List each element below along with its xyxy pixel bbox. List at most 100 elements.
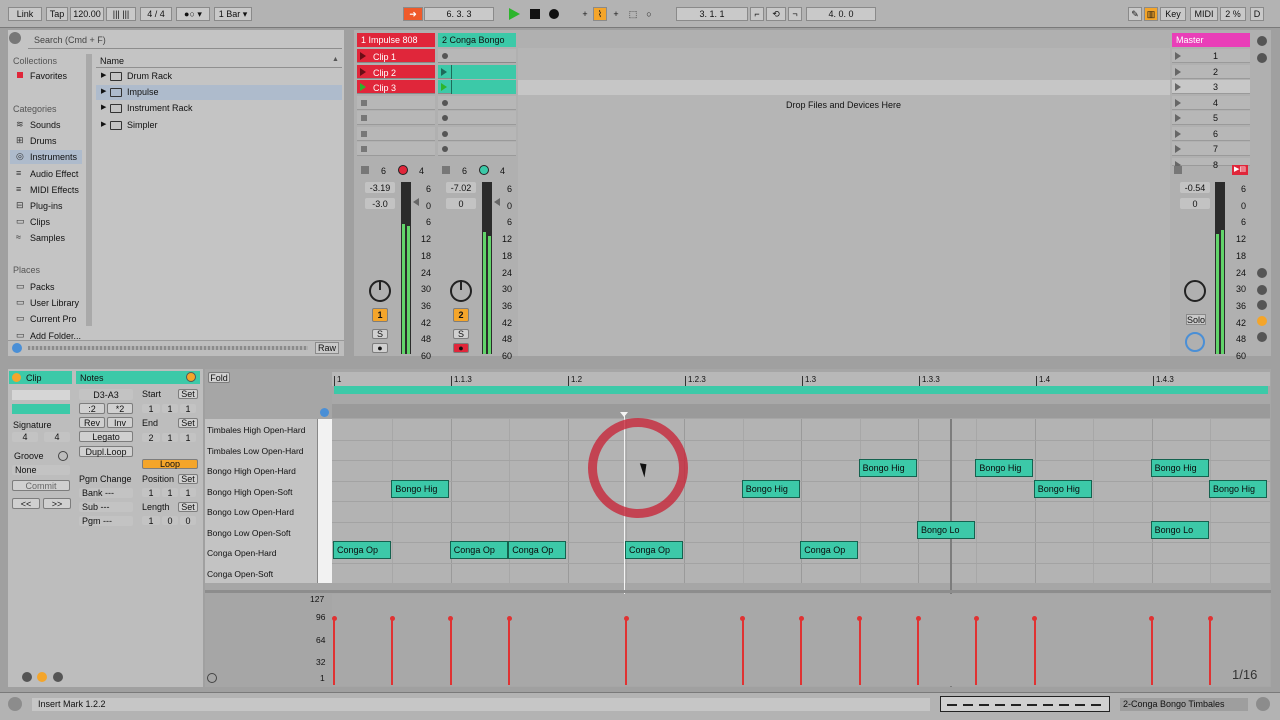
end-bar[interactable]: 2 bbox=[142, 433, 160, 443]
drum-lane-name[interactable]: Timbales Low Open-Hard bbox=[207, 446, 304, 456]
position-beat[interactable]: 1 bbox=[162, 488, 178, 498]
link-button[interactable]: Link bbox=[8, 7, 42, 21]
velocity-stem[interactable] bbox=[800, 619, 803, 685]
scene-slot[interactable] bbox=[1172, 111, 1250, 125]
pan-value[interactable]: -3.0 bbox=[365, 198, 395, 209]
scene-launch-icon[interactable] bbox=[1175, 83, 1181, 91]
master-stop-icon[interactable] bbox=[1174, 166, 1182, 174]
send-a-value[interactable]: 6 bbox=[462, 166, 467, 176]
clip-activator-icon[interactable] bbox=[12, 373, 21, 382]
position-set-button[interactable]: Set bbox=[178, 474, 198, 484]
preview-icon[interactable] bbox=[12, 343, 22, 353]
midi-note[interactable]: Bongo Hig bbox=[1150, 459, 1209, 477]
end-set-button[interactable]: Set bbox=[178, 418, 198, 428]
midi-note[interactable]: Bongo Hig bbox=[741, 479, 800, 498]
nudge-buttons[interactable]: ||| ||| bbox=[106, 7, 136, 21]
clip-name[interactable]: Clip 2 bbox=[373, 68, 396, 78]
quantize-select[interactable]: 1 Bar ▾ bbox=[214, 7, 252, 21]
reverse-button[interactable]: Rev bbox=[79, 417, 105, 428]
legato-button[interactable]: Legato bbox=[79, 431, 133, 442]
sidebar-item-clips[interactable]: Clips bbox=[30, 217, 50, 227]
preview-toggle-icon[interactable] bbox=[320, 408, 329, 417]
stop-all-icon[interactable] bbox=[1257, 53, 1267, 63]
end-sixteenth[interactable]: 1 bbox=[180, 433, 196, 443]
master-pan-value[interactable]: 0 bbox=[1180, 198, 1210, 209]
empty-clip-slot[interactable] bbox=[438, 111, 516, 125]
sidebar-item-drums[interactable]: Drums bbox=[30, 136, 57, 146]
length-bar[interactable]: 1 bbox=[142, 516, 160, 526]
drum-lane-name[interactable]: Conga Open-Hard bbox=[207, 548, 276, 558]
solo-button[interactable]: S bbox=[453, 329, 469, 339]
midi-note[interactable]: Conga Op bbox=[800, 541, 859, 559]
scene-slot[interactable] bbox=[1172, 126, 1250, 141]
sidebar-scrollbar[interactable] bbox=[86, 54, 92, 326]
io-icon[interactable] bbox=[1257, 268, 1267, 278]
track-header[interactable]: 2 Conga Bongo bbox=[438, 33, 516, 47]
record-slot-icon[interactable] bbox=[442, 130, 448, 137]
velocity-handle[interactable] bbox=[798, 616, 804, 621]
velocity-handle[interactable] bbox=[331, 616, 337, 621]
track-stop-icon[interactable] bbox=[361, 166, 369, 174]
start-bar[interactable]: 1 bbox=[142, 404, 160, 414]
record-slot-icon[interactable] bbox=[442, 99, 448, 106]
clip-launch-icon[interactable] bbox=[360, 52, 366, 60]
half-tempo-button[interactable]: :2 bbox=[79, 403, 105, 414]
scene-launch-icon[interactable] bbox=[1175, 67, 1181, 76]
raw-button[interactable]: Raw bbox=[315, 342, 339, 354]
midi-note[interactable]: Bongo Hig bbox=[858, 459, 917, 477]
sub-select[interactable]: Sub --- bbox=[79, 502, 133, 512]
browser-item[interactable]: Drum Rack bbox=[127, 71, 172, 81]
velocity-stem[interactable] bbox=[1209, 619, 1211, 685]
start-sixteenth[interactable]: 1 bbox=[180, 404, 196, 414]
name-column-header[interactable]: Name bbox=[96, 54, 342, 68]
browser-item[interactable]: Simpler bbox=[127, 120, 158, 130]
sidebar-item-packs[interactable]: Packs bbox=[30, 282, 55, 292]
empty-clip-slot[interactable] bbox=[438, 142, 516, 156]
midi-note[interactable]: Bongo Hig bbox=[1209, 479, 1267, 498]
track-activator-button[interactable]: 2 bbox=[453, 308, 469, 322]
clip-sig-den[interactable]: 4 bbox=[44, 432, 70, 442]
status-toggle-icon[interactable] bbox=[8, 697, 22, 711]
send-b-value[interactable]: 4 bbox=[500, 166, 505, 176]
scene-slot[interactable] bbox=[1172, 95, 1250, 110]
sidebar-item-user-library[interactable]: User Library bbox=[30, 298, 79, 308]
length-sixteenth[interactable]: 0 bbox=[180, 516, 196, 526]
clip-name-field[interactable] bbox=[12, 390, 70, 400]
session-record-icon[interactable]: ○ bbox=[642, 7, 656, 21]
midi-note[interactable]: Bongo Hig bbox=[391, 479, 450, 498]
midi-note[interactable]: Conga Op bbox=[333, 541, 391, 559]
clip-color-select[interactable] bbox=[12, 404, 70, 414]
sidebar-item-instruments[interactable]: Instruments bbox=[30, 152, 77, 162]
midi-note[interactable]: Bongo Hig bbox=[975, 459, 1034, 477]
scrub-area[interactable] bbox=[332, 394, 1270, 404]
arm-icon[interactable] bbox=[398, 165, 408, 175]
punch-out-icon[interactable]: ¬ bbox=[788, 7, 802, 21]
expand-arrow-icon[interactable]: ▶ bbox=[101, 120, 106, 128]
empty-clip-slot[interactable] bbox=[357, 111, 435, 125]
capture-icon[interactable]: ⬚ bbox=[626, 7, 640, 21]
length-set-button[interactable]: Set bbox=[178, 502, 198, 512]
drum-lane-name[interactable]: Bongo High Open-Soft bbox=[207, 487, 293, 497]
empty-clip-slot[interactable] bbox=[438, 126, 516, 141]
master-track-header[interactable]: Master bbox=[1172, 33, 1250, 47]
settings-small-icon[interactable] bbox=[53, 672, 63, 682]
punch-in-icon[interactable]: ⌐ bbox=[750, 7, 764, 21]
track-header[interactable]: 1 Impulse 808 bbox=[357, 33, 435, 47]
velocity-handle[interactable] bbox=[623, 616, 629, 621]
clip-launch-icon[interactable] bbox=[441, 67, 447, 76]
drum-lane-name[interactable]: Timbales High Open-Hard bbox=[207, 425, 305, 435]
master-volume-value[interactable]: -0.54 bbox=[1180, 182, 1210, 193]
velocity-toggle-icon[interactable] bbox=[207, 673, 217, 683]
timeline-ruler[interactable] bbox=[332, 372, 1270, 386]
master-record-icon[interactable]: ▶▤ bbox=[1232, 165, 1248, 175]
draw-mode-icon[interactable]: ✎ bbox=[1128, 7, 1142, 21]
scene-launch-icon[interactable] bbox=[1175, 52, 1181, 60]
clip-view-icon[interactable] bbox=[22, 672, 32, 682]
browser-toggle-icon[interactable] bbox=[9, 32, 21, 44]
end-beat[interactable]: 1 bbox=[162, 433, 178, 443]
clip-name[interactable]: Clip 3 bbox=[373, 83, 396, 93]
returns-icon[interactable] bbox=[1257, 300, 1267, 310]
duplicate-loop-button[interactable]: Dupl.Loop bbox=[79, 446, 133, 457]
sidebar-item-audio-effect[interactable]: Audio Effect bbox=[30, 169, 78, 179]
envelope-icon[interactable] bbox=[37, 672, 47, 682]
